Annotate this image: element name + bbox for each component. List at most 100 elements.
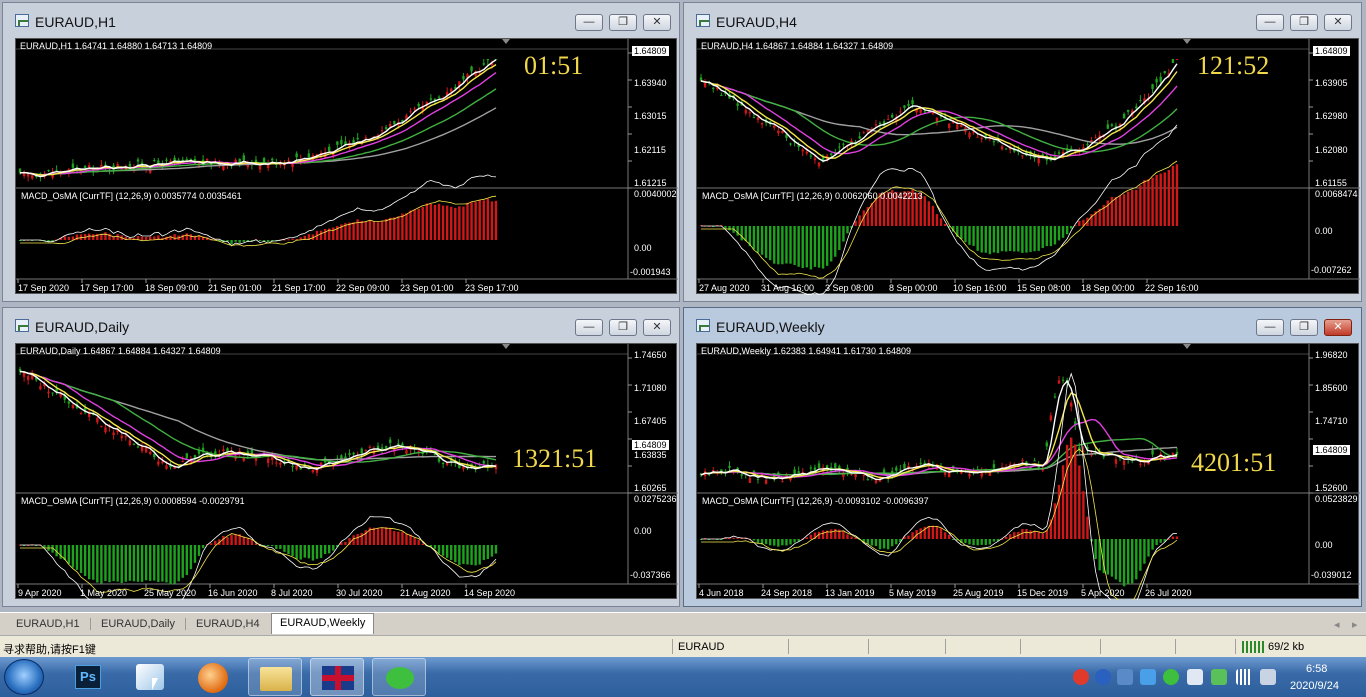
candle-body [1155,79,1158,83]
macd-histogram-bar [405,533,408,545]
chart-shift-marker [502,39,510,44]
macd-histogram-bar [177,545,180,582]
tray-app-icon[interactable] [1140,669,1156,685]
macd-histogram-bar [964,539,967,544]
macd-label: MACD_OsMA [CurrTF] (12,26,9) -0.0093102 … [702,496,929,506]
wechat-taskbar-button[interactable] [372,658,426,696]
app-orange-taskbar-button[interactable] [186,658,240,696]
close-button[interactable]: ✕ [643,14,671,31]
macd-histogram-bar [1074,444,1077,539]
chart-window-daily[interactable]: EURAUD,Daily — ❐ ✕ EURAUD,Daily 1.64867 … [2,307,680,607]
macd-histogram-bar [311,545,315,561]
tab-euraud-h1[interactable]: EURAUD,H1 [8,615,88,633]
window-titlebar[interactable]: EURAUD,H4 — ❐ ✕ [684,3,1361,33]
status-divider [1100,639,1101,654]
macd-histogram-bar [173,234,176,240]
date-label: 8 Sep 00:00 [889,283,938,293]
macd-histogram-bar [450,545,453,561]
wechat-tray-icon[interactable] [1163,669,1179,685]
tab-scroll-right-icon[interactable]: ▸ [1344,615,1366,633]
macd-histogram-bar [397,531,400,545]
shield-tray-icon[interactable] [1187,669,1203,685]
tab-euraud-daily[interactable]: EURAUD,Daily [93,615,183,633]
chart-window-h1[interactable]: EURAUD,H1 — ❐ ✕ EURAUD,H1 1.64741 1.6488… [2,2,680,302]
folder-icon [260,667,292,691]
close-button[interactable]: ✕ [1324,14,1352,31]
metatrader-taskbar-button[interactable] [310,658,364,696]
macd-histogram-bar [319,545,323,558]
photoshop-taskbar-button[interactable]: Ps [62,658,116,696]
minimize-button[interactable]: — [575,319,603,336]
clock-date[interactable]: 2020/9/24 [1290,680,1339,692]
chart-window-weekly[interactable]: EURAUD,Weekly — ❐ ✕ EURAUD,Weekly 1.6238… [683,307,1362,607]
candle-body [1175,59,1179,60]
sogou-ime-icon[interactable] [1073,669,1089,685]
volume-muted-icon[interactable] [1260,669,1276,685]
macd-histogram-bar [360,532,363,545]
macd-histogram-bar [813,226,817,267]
chart-tabs: EURAUD,H1 EURAUD,Daily EURAUD,H4 EURAUD,… [0,612,1366,634]
close-button[interactable]: ✕ [1324,319,1352,336]
macd-histogram-bar [1017,226,1020,252]
candle-body [266,458,270,463]
maximize-button[interactable]: ❐ [609,14,637,31]
macd-histogram-bar [470,545,473,565]
macd-histogram-bar [1057,484,1061,539]
macd-histogram-bar [332,545,335,551]
window-titlebar[interactable]: EURAUD,Daily — ❐ ✕ [3,308,679,338]
moving-average-line [700,437,1178,476]
chart-shift-marker [502,344,510,349]
moving-average-line [700,446,1178,476]
macd-histogram-bar [809,226,813,270]
candle-body [878,479,882,482]
macd-histogram-bar [1004,226,1008,252]
macd-histogram-bar [185,545,189,576]
chart-canvas[interactable]: EURAUD,Daily 1.64867 1.64884 1.64327 1.6… [15,343,678,600]
tab-euraud-weekly[interactable]: EURAUD,Weekly [271,613,375,634]
chart-canvas[interactable]: EURAUD,Weekly 1.62383 1.64941 1.61730 1.… [696,343,1360,600]
status-divider [788,639,789,654]
window-titlebar[interactable]: EURAUD,Weekly — ❐ ✕ [684,308,1361,338]
close-button[interactable]: ✕ [643,319,671,336]
network-tray-icon[interactable] [1117,669,1133,685]
start-button-icon[interactable] [4,659,44,695]
candle-body [809,467,813,469]
candle-body [104,427,107,433]
candle-body [773,125,776,128]
maximize-button[interactable]: ❐ [1290,14,1318,31]
macd-label: MACD_OsMA [CurrTF] (12,26,9) 0.0008594 -… [21,496,245,506]
help-icon[interactable] [1095,669,1111,685]
clock-time[interactable]: 6:58 [1306,663,1327,675]
macd-histogram-bar [870,202,874,226]
candle-body [340,139,343,145]
macd-histogram-bar [1139,539,1142,571]
macd-histogram-bar [63,545,66,560]
candle-body [834,463,837,469]
tab-euraud-h4[interactable]: EURAUD,H4 [188,615,268,633]
chart-shift-marker [1183,344,1191,349]
candle-body [1139,463,1142,465]
minimize-button[interactable]: — [575,14,603,31]
candle-body [736,103,739,106]
candle-body [764,479,768,484]
paint-taskbar-button[interactable] [124,658,178,696]
candle-body [262,158,266,163]
candle-body [956,124,959,130]
candle-timer: 01:51 [524,51,584,80]
macd-histogram-bar [96,545,99,583]
candle-body [140,446,144,452]
chart-canvas[interactable]: EURAUD,H1 1.64741 1.64880 1.64713 1.6480… [15,38,678,294]
explorer-taskbar-button[interactable] [248,658,302,696]
macd-histogram-bar [842,226,845,242]
signal-tray-icon[interactable] [1236,669,1252,685]
maximize-button[interactable]: ❐ [609,319,637,336]
window-titlebar[interactable]: EURAUD,H1 — ❐ ✕ [3,3,679,33]
macd-histogram-bar [409,210,412,240]
chart-window-h4[interactable]: EURAUD,H4 — ❐ ✕ EURAUD,H4 1.64867 1.6488… [683,2,1362,302]
security-tray-icon[interactable] [1211,669,1227,685]
minimize-button[interactable]: — [1256,319,1284,336]
chart-canvas[interactable]: EURAUD,H4 1.64867 1.64884 1.64327 1.6480… [696,38,1360,295]
maximize-button[interactable]: ❐ [1290,319,1318,336]
minimize-button[interactable]: — [1256,14,1284,31]
symbol-info: EURAUD,H4 1.64867 1.64884 1.64327 1.6480… [701,41,894,51]
